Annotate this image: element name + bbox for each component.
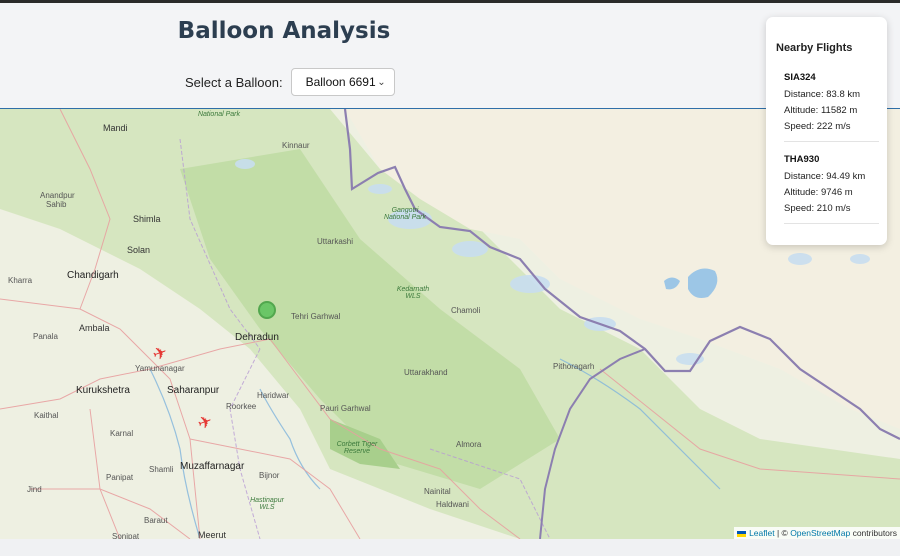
map-label-jind: Jind (27, 485, 42, 494)
flight-distance: Distance: 83.8 km (784, 89, 861, 100)
map-label-kharra: Kharra (8, 276, 33, 285)
flight-item[interactable]: THA930 Distance: 94.49 km Altitude: 9746… (784, 154, 879, 224)
map-label-karnal: Karnal (110, 429, 134, 438)
ukraine-flag-icon (737, 530, 747, 537)
attribution-contributors: contributors (852, 528, 897, 538)
map-label-yamunanagar: Yamunanagar (135, 364, 185, 373)
balloon-select[interactable]: Balloon 6691 ⌄ (290, 68, 395, 96)
map-label-chamoli: Chamoli (451, 306, 481, 315)
map-label-sahib: Sahib (46, 200, 67, 209)
map-label-panala: Panala (33, 332, 58, 341)
attribution-separator: | © (776, 528, 788, 538)
flight-altitude: Altitude: 11582 m (784, 105, 858, 116)
flight-id: SIA324 (784, 72, 816, 83)
map-label-kaithal: Kaithal (34, 411, 59, 420)
balloon-select-label: Select a Balloon: (185, 74, 283, 90)
map-label-uttarakhand: Uttarakhand (404, 368, 448, 377)
map-label-almora: Almora (456, 440, 482, 449)
map-label-roorkee: Roorkee (226, 402, 257, 411)
nearby-flights-panel: Nearby Flights SIA324 Distance: 83.8 km … (766, 17, 887, 245)
map-label-uttarkashi: Uttarkashi (317, 237, 354, 246)
map-label-kurukshetra: Kurukshetra (76, 385, 130, 396)
flight-item[interactable]: SIA324 Distance: 83.8 km Altitude: 11582… (784, 72, 879, 142)
map-label-shimla: Shimla (133, 214, 161, 224)
map-label-mandi: Mandi (103, 123, 128, 133)
flight-speed: Speed: 210 m/s (784, 203, 851, 214)
balloon-marker[interactable] (258, 301, 276, 319)
page-footer-strip (0, 539, 900, 556)
map-label-chandigarh: Chandigarh (67, 270, 119, 281)
map-attribution: Leaflet | © OpenStreetMap contributors (734, 527, 900, 539)
page-title: Balloon Analysis (177, 18, 391, 44)
map-label-dehradun: Dehradun (235, 332, 279, 343)
balloon-select-value: Balloon 6691 (305, 75, 376, 89)
map-label-panipat: Panipat (106, 473, 134, 482)
map-label-saharanpur: Saharanpur (167, 385, 220, 396)
flight-speed: Speed: 222 m/s (784, 121, 851, 132)
map-label-ambala: Ambala (79, 323, 110, 333)
map-label-pithoragarh: Pithoragarh (553, 362, 595, 371)
map-label-tehri: Tehri Garhwal (291, 312, 341, 321)
map-label-muzaffarnagar: Muzaffarnagar (180, 461, 245, 472)
map-label-kedarnath: Kedarnath WLS (396, 286, 430, 300)
map-label-pauri: Pauri Garhwal (320, 404, 371, 413)
flight-id: THA930 (784, 154, 820, 165)
map-label-hastinapur: Hastinapur WLS (250, 497, 284, 511)
map-label-bijnor: Bijnor (259, 471, 280, 480)
map-view[interactable]: Mandi Anandpur Sahib Shimla Solan Chandi… (0, 108, 900, 540)
map-label-baraut: Baraut (144, 516, 168, 525)
map-label-nainital: Nainital (424, 487, 451, 496)
map-label-haridwar: Haridwar (257, 391, 290, 400)
map-label-kinnaur: Kinnaur (282, 141, 310, 150)
map-label-national-park: National Park (197, 111, 241, 118)
flight-altitude: Altitude: 9746 m (784, 187, 853, 198)
map-label-solan: Solan (127, 245, 151, 255)
map-label-gangotri: Gangotri National Park (383, 207, 427, 221)
map-label-anandpur: Anandpur (40, 191, 75, 200)
chevron-down-icon: ⌄ (377, 76, 386, 88)
map-tiles (0, 109, 900, 539)
map-label-corbett: Corbett Tiger Reserve (336, 441, 378, 455)
map-label-haldwani: Haldwani (436, 500, 469, 509)
map-label-shamli: Shamli (149, 465, 174, 474)
nearby-flights-title: Nearby Flights (776, 42, 853, 54)
window-top-edge (0, 0, 900, 3)
balloon-selector-row: Select a Balloon: Balloon 6691 ⌄ (185, 68, 395, 96)
flight-distance: Distance: 94.49 km (784, 171, 866, 182)
leaflet-link[interactable]: Leaflet (749, 528, 775, 538)
osm-link[interactable]: OpenStreetMap (790, 528, 850, 538)
